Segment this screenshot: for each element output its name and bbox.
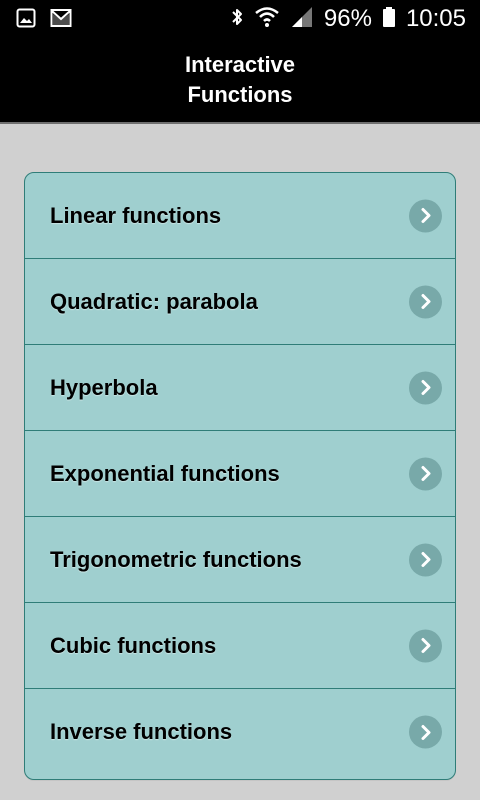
- menu-item-linear-functions[interactable]: Linear functions: [25, 173, 455, 259]
- chevron-right-icon[interactable]: [409, 715, 442, 749]
- chevron-right-icon[interactable]: [409, 371, 442, 404]
- status-bar: 96% 10:05: [0, 0, 480, 38]
- menu-item-label: Linear functions: [50, 202, 222, 228]
- title-line-2: Functions: [187, 82, 293, 107]
- menu-item-label: Inverse functions: [50, 719, 233, 744]
- chevron-right-icon[interactable]: [409, 629, 442, 662]
- menu-item-label: Trigonometric functions: [50, 546, 302, 572]
- menu-item-trigonometric-functions[interactable]: Trigonometric functions: [25, 517, 455, 603]
- clock: 10:05: [405, 5, 466, 32]
- bluetooth-icon: [230, 6, 244, 33]
- menu-item-hyperbola[interactable]: Hyperbola: [25, 345, 455, 431]
- page-title: Interactive Functions: [160, 50, 320, 110]
- title-line-1: Interactive: [184, 52, 296, 77]
- menu-item-cubic-functions[interactable]: Cubic functions: [25, 603, 455, 689]
- functions-menu: Linear functions Quadratic: parabola Hyp…: [24, 172, 456, 780]
- menu-item-exponential-functions[interactable]: Exponential functions: [25, 431, 455, 517]
- notification-icons: [16, 8, 72, 33]
- chevron-right-icon[interactable]: [409, 199, 442, 232]
- chevron-right-icon[interactable]: [409, 457, 442, 490]
- battery-icon: [382, 6, 396, 33]
- menu-item-quadratic-parabola[interactable]: Quadratic: parabola: [25, 259, 455, 345]
- menu-item-label: Quadratic: parabola: [50, 288, 258, 314]
- battery-percent: 96%: [323, 5, 372, 32]
- chevron-right-icon[interactable]: [409, 285, 442, 318]
- gmail-icon: [50, 8, 72, 33]
- chevron-right-icon[interactable]: [409, 543, 442, 576]
- header-divider: [0, 122, 480, 124]
- signal-icon: [290, 5, 314, 34]
- system-status: 96% 10:05: [230, 0, 466, 38]
- menu-item-label: Cubic functions: [50, 632, 217, 658]
- wifi-icon: [254, 5, 280, 34]
- menu-item-label: Exponential functions: [50, 460, 280, 486]
- app-header: Interactive Functions: [0, 38, 480, 122]
- gallery-icon: [16, 8, 36, 33]
- menu-item-inverse-functions[interactable]: Inverse functions: [25, 689, 455, 775]
- menu-item-label: Hyperbola: [50, 374, 158, 400]
